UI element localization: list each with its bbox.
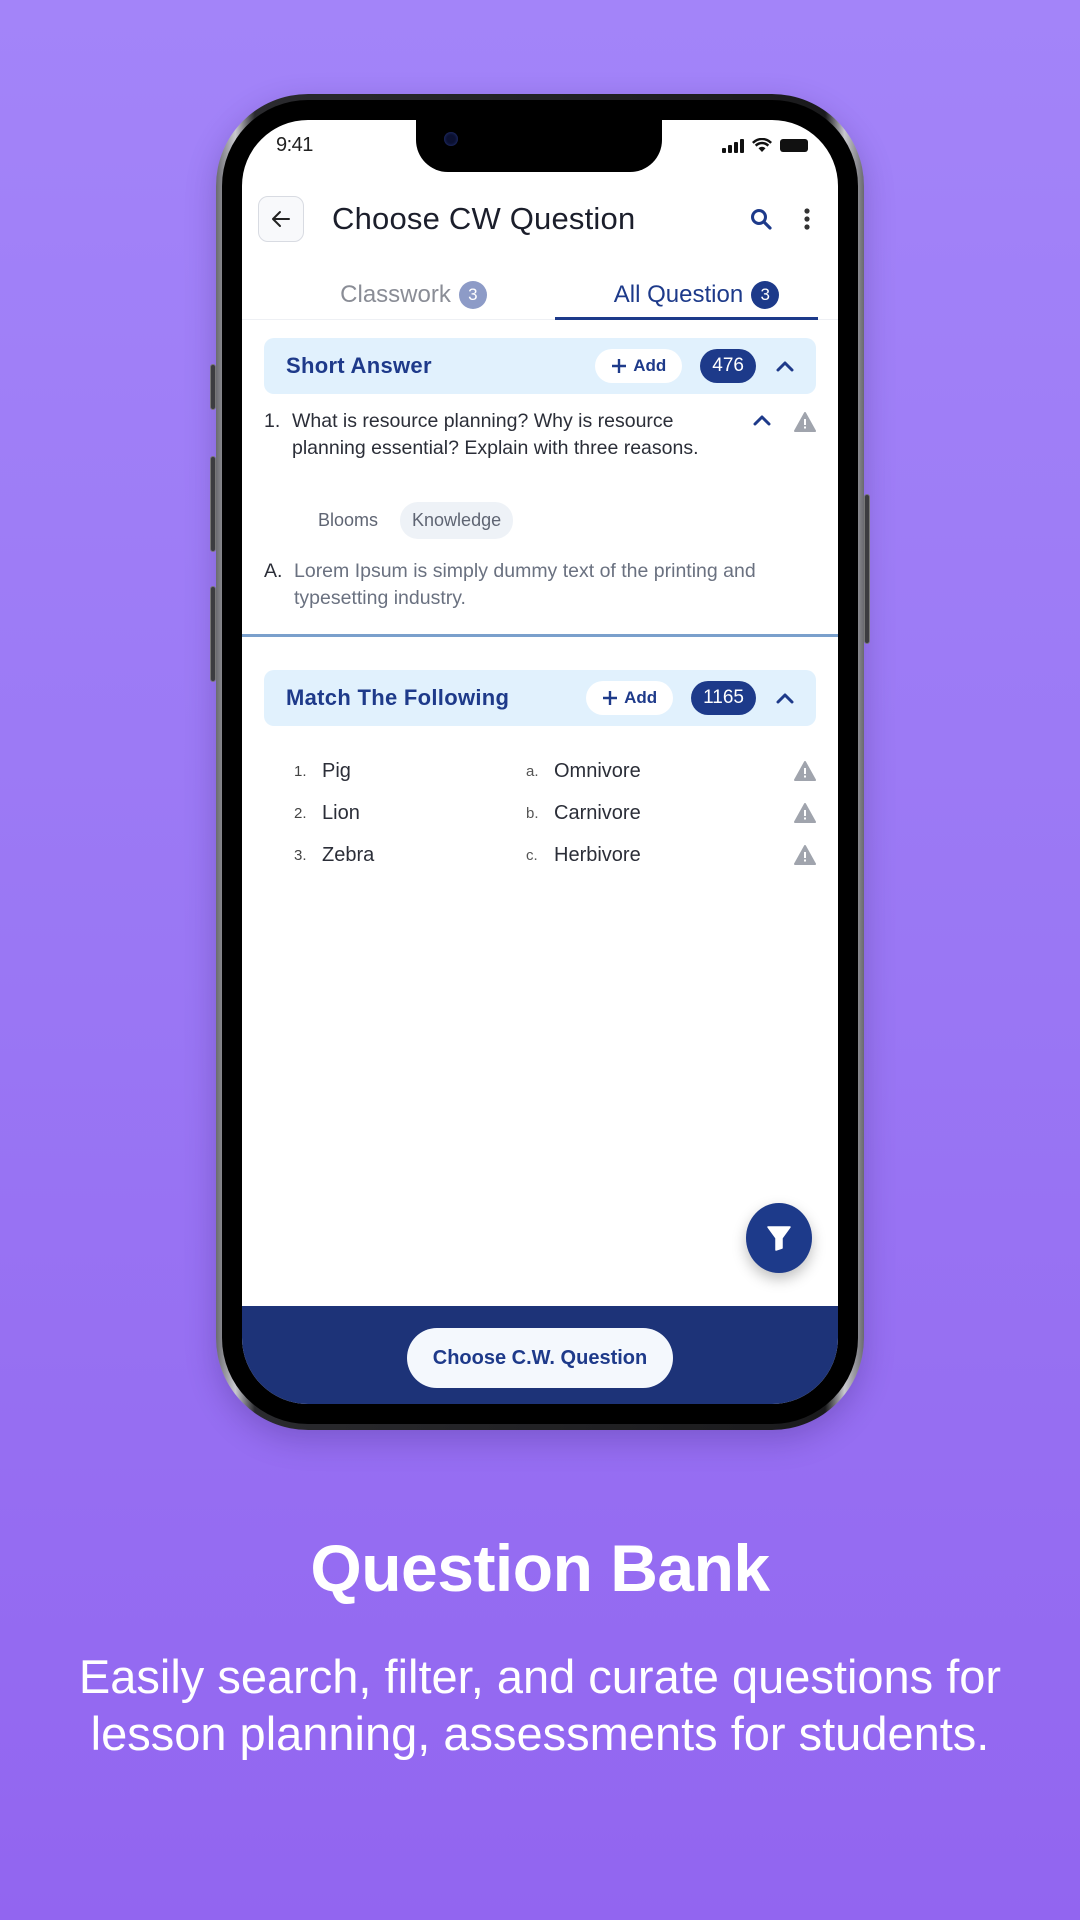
chevron-up-icon bbox=[776, 693, 794, 704]
collapse-button[interactable] bbox=[774, 691, 796, 705]
question-tags: Blooms Knowledge bbox=[306, 502, 514, 539]
tab-classwork[interactable]: Classwork 3 bbox=[242, 270, 555, 319]
search-icon bbox=[751, 209, 772, 230]
section-header-match-following[interactable]: Match The Following Add 1165 bbox=[264, 670, 816, 726]
question-actions bbox=[752, 408, 816, 435]
question-number: 1. bbox=[264, 410, 281, 432]
bottom-action-bar: Choose C.W. Question bbox=[242, 1306, 838, 1404]
side-button-mute bbox=[210, 364, 216, 410]
tab-bar: Classwork 3 All Question 3 bbox=[242, 270, 838, 320]
match-number: 1. bbox=[294, 762, 307, 780]
back-button[interactable] bbox=[258, 196, 304, 242]
match-letter: b. bbox=[526, 804, 539, 822]
chevron-up-icon bbox=[776, 361, 794, 372]
page-title: Choose CW Question bbox=[332, 201, 636, 236]
warning-icon bbox=[794, 803, 816, 823]
status-icons bbox=[722, 138, 808, 153]
tab-count-badge: 3 bbox=[751, 280, 780, 309]
tab-count-badge: 3 bbox=[458, 280, 487, 309]
tag-knowledge: Knowledge bbox=[400, 502, 514, 539]
report-button[interactable] bbox=[794, 760, 816, 782]
section-divider bbox=[242, 634, 838, 637]
match-left: Lion bbox=[322, 801, 360, 824]
match-right: Omnivore bbox=[554, 759, 641, 782]
match-letter: c. bbox=[526, 846, 538, 864]
match-row: 1. Pig a. Omnivore bbox=[294, 756, 816, 786]
collapse-button[interactable] bbox=[774, 359, 796, 373]
match-number: 3. bbox=[294, 846, 307, 864]
add-button[interactable]: Add bbox=[595, 349, 683, 383]
notch bbox=[416, 120, 662, 172]
add-label: Add bbox=[624, 688, 658, 707]
camera-icon bbox=[444, 132, 458, 146]
add-button[interactable]: Add bbox=[586, 681, 674, 715]
filter-fab[interactable] bbox=[746, 1203, 812, 1273]
side-button-volume-up bbox=[210, 456, 216, 552]
choose-cw-question-button[interactable]: Choose C.W. Question bbox=[407, 1328, 673, 1388]
count-badge: 476 bbox=[700, 349, 756, 383]
answer-label: A. bbox=[264, 560, 283, 582]
match-right: Herbivore bbox=[554, 843, 641, 866]
count-badge: 1165 bbox=[691, 681, 756, 715]
more-vertical-icon bbox=[804, 208, 810, 230]
search-button[interactable] bbox=[746, 207, 776, 231]
plus-icon bbox=[603, 691, 618, 705]
signal-icon bbox=[722, 138, 744, 153]
question-collapse-button[interactable] bbox=[752, 408, 772, 435]
question-text: What is resource planning? Why is resour… bbox=[292, 410, 699, 459]
match-letter: a. bbox=[526, 762, 539, 780]
warning-icon bbox=[794, 845, 816, 865]
answer-text: Lorem Ipsum is simply dummy text of the … bbox=[294, 560, 756, 609]
match-left: Zebra bbox=[322, 843, 375, 866]
match-right: Carnivore bbox=[554, 801, 641, 824]
tag-blooms: Blooms bbox=[318, 510, 379, 530]
status-time: 9:41 bbox=[276, 134, 313, 156]
match-row: 3. Zebra c. Herbivore bbox=[294, 840, 816, 870]
tab-label: All Question bbox=[613, 280, 744, 308]
question-item: 1. What is resource planning? Why is res… bbox=[264, 408, 816, 462]
match-row: 2. Lion b. Carnivore bbox=[294, 798, 816, 828]
promo-subtitle: Easily search, filter, and curate questi… bbox=[78, 1650, 1002, 1760]
phone-frame: 9:41 Choose CW Question Classwork 3 All … bbox=[210, 94, 870, 1430]
wifi-icon bbox=[752, 138, 772, 152]
filter-icon bbox=[767, 1226, 791, 1251]
answer-item: A. Lorem Ipsum is simply dummy text of t… bbox=[264, 558, 798, 612]
chevron-up-icon bbox=[753, 415, 771, 426]
tab-label: Classwork bbox=[340, 280, 451, 308]
add-label: Add bbox=[633, 356, 667, 375]
battery-icon bbox=[780, 139, 808, 152]
more-options-button[interactable] bbox=[792, 207, 822, 231]
report-button[interactable] bbox=[794, 802, 816, 824]
app-screen: 9:41 Choose CW Question Classwork 3 All … bbox=[242, 120, 838, 1404]
report-button[interactable] bbox=[794, 844, 816, 866]
arrow-left-icon bbox=[272, 211, 290, 227]
plus-icon bbox=[612, 359, 627, 373]
match-number: 2. bbox=[294, 804, 307, 822]
promo-title: Question Bank bbox=[310, 1531, 770, 1605]
match-left: Pig bbox=[322, 759, 351, 782]
side-button-volume-down bbox=[210, 586, 216, 682]
section-title: Match The Following bbox=[286, 685, 510, 710]
section-header-short-answer[interactable]: Short Answer Add 476 bbox=[264, 338, 816, 394]
warning-icon bbox=[794, 761, 816, 781]
side-button-power bbox=[864, 494, 870, 644]
section-title: Short Answer bbox=[286, 353, 432, 378]
warning-icon bbox=[794, 411, 816, 432]
tab-all-question[interactable]: All Question 3 bbox=[555, 270, 838, 320]
report-button[interactable] bbox=[794, 411, 816, 433]
app-header: Choose CW Question bbox=[258, 196, 822, 242]
phone-bezel: 9:41 Choose CW Question Classwork 3 All … bbox=[222, 100, 858, 1424]
